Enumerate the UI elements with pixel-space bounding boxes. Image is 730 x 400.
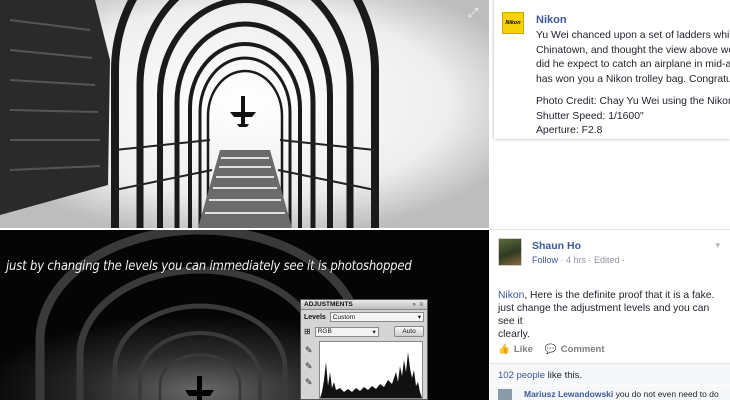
comment-author-link[interactable]: Shaun Ho (532, 240, 581, 252)
screenshot-root: ⤢ just by changing the levels you can im… (0, 0, 730, 400)
thumbs-up-icon: 👍 (498, 344, 510, 355)
adjustments-titlebar: ADJUSTMENTS » ≡ (301, 300, 427, 310)
avatar[interactable] (498, 238, 522, 266)
histogram[interactable] (319, 341, 423, 399)
chevron-down-icon: ▾ (417, 314, 421, 321)
comment-line: clearly. (498, 329, 530, 340)
auto-button[interactable]: Auto (394, 326, 424, 337)
adjustments-panel: ADJUSTMENTS » ≡ Levels Custom ▾ ⊞ RGB ▾ … (300, 299, 428, 400)
preset-row: Levels Custom ▾ (301, 310, 427, 324)
like-label: Like (513, 344, 533, 355)
like-button[interactable]: 👍 Like (498, 344, 533, 355)
comment-line: just change the adjustment levels and yo… (498, 303, 710, 327)
credit-line: Aperture: F2.8 (536, 125, 603, 136)
comment-label: Comment (560, 344, 605, 355)
likes-count-link[interactable]: 102 people (498, 370, 545, 381)
levels-label: Levels (304, 313, 326, 321)
comment-button[interactable]: 💬 Comment (545, 344, 605, 355)
channel-row: ⊞ RGB ▾ Auto (301, 324, 427, 339)
credit-line: Shutter Speed: 1/1600" (536, 110, 644, 122)
speech-bubble-icon: 💬 (544, 344, 557, 355)
channel-select[interactable]: RGB ▾ (314, 326, 379, 337)
reply-text: Mariusz Lewandowski you do not even need… (524, 389, 719, 399)
white-eyedropper-icon[interactable]: ✎ (305, 377, 313, 388)
tunnel-photo-graphic (0, 0, 489, 228)
levels-adjust-icon: ⊞ (304, 327, 311, 336)
black-eyedropper-icon[interactable]: ✎ (305, 345, 313, 356)
nikon-post-card: Nikon Nikon Yu Wei chanced upon a set of… (494, 0, 730, 139)
levels-body: ✎ ✎ ✎ (301, 339, 427, 400)
post-line: has won you a Nikon trolley bag. Congrat… (536, 73, 730, 85)
reply-author-link[interactable]: Mariusz Lewandowski (524, 389, 613, 399)
channel-value: RGB (317, 328, 332, 335)
page-name-link[interactable]: Nikon (536, 14, 567, 26)
panel-menu-icon[interactable]: » ≡ (412, 302, 424, 308)
comment-meta: Follow · 4 hrs · Edited · (532, 255, 625, 265)
comment-timestamp: · 4 hrs · Edited · (558, 255, 626, 265)
histogram-graphic (320, 352, 422, 398)
likes-summary: 102 people like this. (490, 363, 730, 385)
post-line: did he expect to catch an airplane in mi… (536, 59, 730, 70)
post-text: Yu Wei chanced upon a set of ladders whi… (536, 29, 730, 139)
chevron-down-icon: ▾ (372, 328, 376, 336)
adjustments-title: ADJUSTMENTS (304, 301, 353, 308)
gray-eyedropper-icon[interactable]: ✎ (305, 361, 313, 372)
chevron-down-icon[interactable]: ▾ (715, 240, 720, 251)
likes-suffix: like this. (545, 370, 582, 381)
expand-icon[interactable]: ⤢ (466, 6, 480, 20)
comment-card: Shaun Ho Follow · 4 hrs · Edited · ▾ Nik… (490, 229, 730, 400)
levels-caption: just by changing the levels you can imme… (6, 258, 412, 274)
reply-row: Mariusz Lewandowski you do not even need… (490, 386, 730, 400)
post-line: Yu Wei chanced upon a set of ladders whi… (536, 30, 730, 41)
eyedropper-group: ✎ ✎ ✎ (305, 345, 313, 388)
comment-text: Nikon, Here is the definite proof that i… (498, 289, 726, 341)
preset-select[interactable]: Custom ▾ (329, 312, 424, 322)
comment-line: , Here is the definite proof that it is … (524, 290, 715, 301)
original-photo[interactable]: ⤢ (0, 0, 489, 228)
avatar[interactable] (498, 389, 512, 400)
credit-line: Photo Credit: Chay Yu Wei using the Niko… (536, 96, 730, 107)
post-line: Chinatown, and thought the view above wc (536, 44, 730, 56)
mention-link[interactable]: Nikon (498, 290, 524, 301)
preset-value: Custom (332, 313, 356, 321)
reply-body: you do not even need to do (613, 389, 719, 399)
follow-link[interactable]: Follow (532, 255, 558, 265)
nikon-logo[interactable]: Nikon (502, 12, 524, 34)
comment-actions: 👍 Like 💬 Comment (498, 344, 605, 355)
